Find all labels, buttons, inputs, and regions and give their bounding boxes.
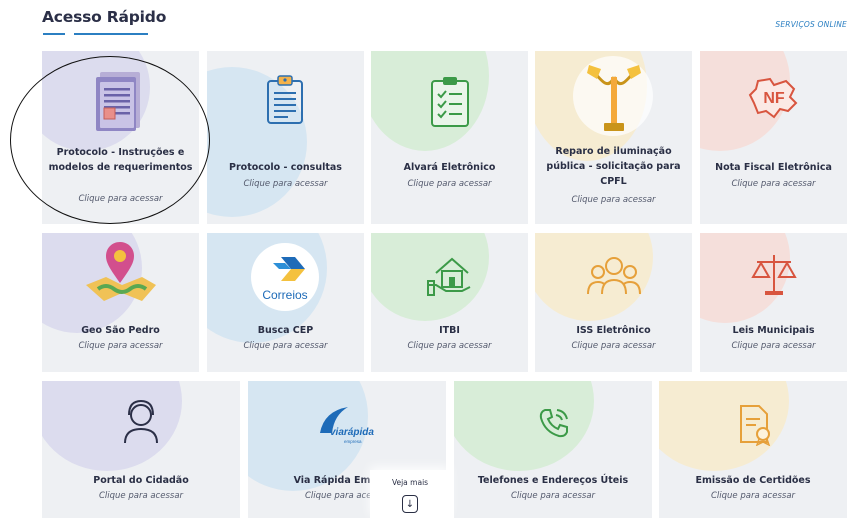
card-sublabel: Clique para acessar xyxy=(510,491,596,501)
page-title: Acesso Rápido xyxy=(42,8,167,26)
card-alvara-eletronico[interactable]: Alvará Eletrônico Clique para acessar xyxy=(371,51,528,224)
card-sublabel: Clique para acessar xyxy=(78,194,163,204)
phone-icon xyxy=(534,403,574,443)
certificate-icon xyxy=(733,401,777,447)
card-sublabel: Clique para acessar xyxy=(78,341,163,351)
card-label: ITBI xyxy=(439,325,460,336)
people-icon xyxy=(583,249,645,301)
card-protocolo-instrucoes[interactable]: Protocolo - Instruções e modelos de requ… xyxy=(42,51,199,224)
card-certidoes[interactable]: Emissão de Certidões Clique para acessar xyxy=(659,381,847,518)
via-rapida-logo: viarápida empresa xyxy=(314,403,384,449)
card-sublabel: Clique para acessar xyxy=(571,341,656,351)
card-label: Nota Fiscal Eletrônica xyxy=(715,162,832,173)
card-leis-municipais[interactable]: Leis Municipais Clique para acessar xyxy=(700,233,847,372)
scales-icon xyxy=(748,249,800,301)
title-underline xyxy=(43,33,65,35)
card-label: Emissão de Certidões xyxy=(695,475,811,486)
card-nota-fiscal[interactable]: NF Nota Fiscal Eletrônica Clique para ac… xyxy=(700,51,847,224)
card-sublabel: Clique para acessar xyxy=(731,341,816,351)
card-label: Busca CEP xyxy=(257,325,314,336)
card-itbi[interactable]: ITBI Clique para acessar xyxy=(371,233,528,372)
card-sublabel: Clique para acessar xyxy=(407,179,492,189)
nota-fiscal-icon-text: NF xyxy=(763,90,785,107)
map-pin-icon xyxy=(80,239,160,309)
streetlight-icon xyxy=(575,57,653,137)
card-telefones[interactable]: Telefones e Endereços Úteis Clique para … xyxy=(454,381,652,518)
card-sublabel: Clique para acessar xyxy=(571,195,656,205)
card-sublabel: Clique para acessar xyxy=(243,179,328,189)
nota-fiscal-icon: NF xyxy=(744,73,804,123)
card-label: Portal do Cidadão xyxy=(93,475,189,486)
card-sublabel: Clique para acessar xyxy=(98,491,184,501)
card-busca-cep[interactable]: Correios Busca CEP Clique para acessar xyxy=(207,233,364,372)
card-sublabel: Clique para acessar xyxy=(710,491,796,501)
via-rapida-logo-text: viarápida xyxy=(330,427,374,438)
card-protocolo-consultas[interactable]: Protocolo - consultas Clique para acessa… xyxy=(207,51,364,224)
via-rapida-logo-subtext: empresa xyxy=(344,439,362,444)
arrow-down-icon[interactable]: ↓ xyxy=(402,495,418,513)
veja-mais-overlay[interactable]: Veja mais ↓ xyxy=(370,470,450,518)
card-label: Geo São Pedro xyxy=(81,325,160,336)
section-header: Acesso Rápido SERVIÇOS ONLINE xyxy=(42,8,847,40)
card-sublabel: Clique para acessar xyxy=(243,341,328,351)
correios-logo-text: Correios xyxy=(262,288,307,302)
title-underline xyxy=(74,33,148,35)
card-label: Reparo de iluminação pública - solicitaç… xyxy=(546,146,681,187)
card-geo-sao-pedro[interactable]: Geo São Pedro Clique para acessar xyxy=(42,233,199,372)
card-sublabel: Clique para acessar xyxy=(731,179,816,189)
card-reparo-iluminacao[interactable]: Reparo de iluminação pública - solicitaç… xyxy=(535,51,692,224)
clipboard-icon xyxy=(255,69,315,129)
checklist-icon xyxy=(421,71,479,131)
card-label: Protocolo - consultas xyxy=(229,162,342,173)
card-portal-cidadao[interactable]: Portal do Cidadão Clique para acessar xyxy=(42,381,240,518)
card-label: Telefones e Endereços Úteis xyxy=(477,475,629,486)
card-iss-eletronico[interactable]: ISS Eletrônico Clique para acessar xyxy=(535,233,692,372)
card-label: ISS Eletrônico xyxy=(576,325,651,336)
house-hand-icon xyxy=(425,249,475,299)
document-icon xyxy=(80,61,160,141)
card-label: Protocolo - Instruções e modelos de requ… xyxy=(48,147,193,173)
card-label: Alvará Eletrônico xyxy=(403,162,496,173)
card-sublabel: Clique para acessar xyxy=(407,341,492,351)
card-label: Leis Municipais xyxy=(732,325,815,336)
correios-logo: Correios xyxy=(251,247,319,307)
agent-icon xyxy=(116,397,166,447)
services-online-link[interactable]: SERVIÇOS ONLINE xyxy=(775,20,847,29)
veja-mais-label: Veja mais xyxy=(391,478,429,487)
